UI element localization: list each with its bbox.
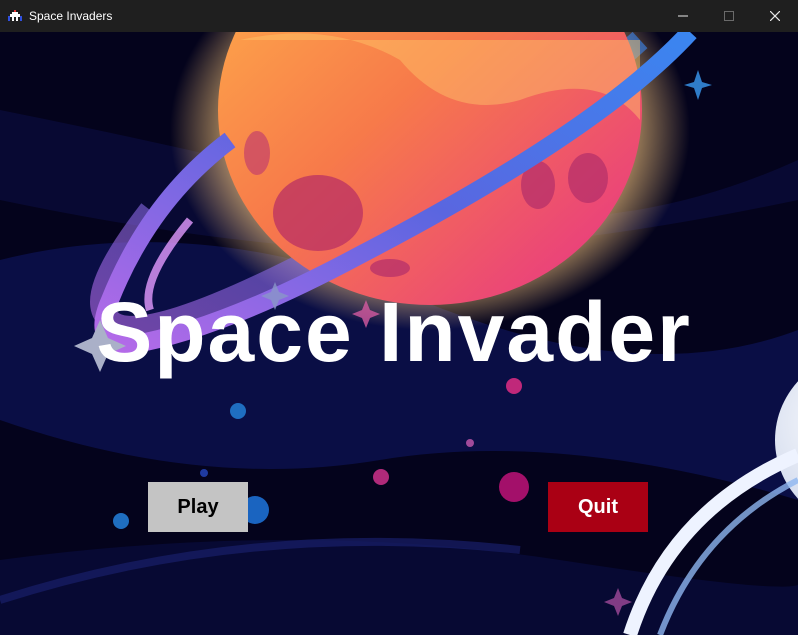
minimize-icon <box>678 15 688 17</box>
window-title: Space Invaders <box>29 9 113 23</box>
quit-button[interactable]: Quit <box>548 482 648 532</box>
game-canvas: Space Invader Play Quit <box>0 32 798 635</box>
play-button[interactable]: Play <box>148 482 248 532</box>
maximize-icon <box>724 11 734 21</box>
window-controls <box>660 0 798 32</box>
game-window: Space Invaders Space Invader Play Quit <box>0 0 798 635</box>
game-title: Space Invader <box>96 285 692 379</box>
title-bar[interactable]: Space Invaders <box>0 0 798 32</box>
close-icon <box>770 11 780 21</box>
invader-app-icon <box>7 8 23 24</box>
close-button[interactable] <box>752 0 798 32</box>
maximize-button[interactable] <box>706 0 752 32</box>
minimize-button[interactable] <box>660 0 706 32</box>
